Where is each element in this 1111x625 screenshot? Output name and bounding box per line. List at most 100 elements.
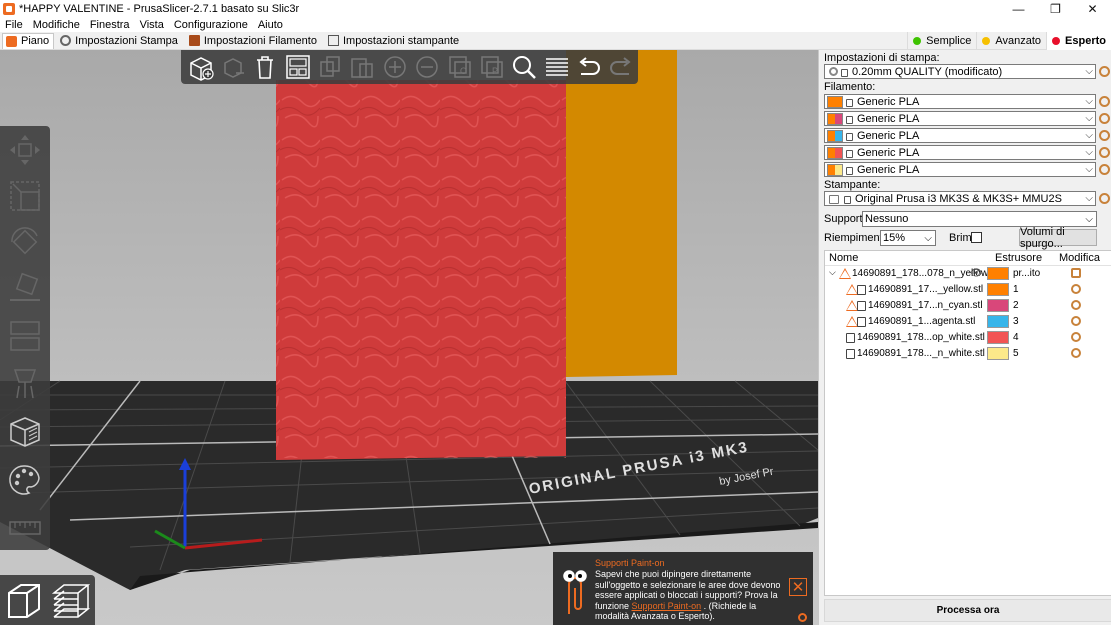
tab-label: Piano bbox=[21, 35, 50, 47]
filament-combo-4[interactable]: Generic PLA ⌵ bbox=[824, 145, 1096, 160]
minimize-button[interactable]: — bbox=[1000, 0, 1037, 17]
filament-combo-2[interactable]: Generic PLA ⌵ bbox=[824, 111, 1096, 126]
rotate-icon bbox=[11, 227, 38, 255]
mmu-paint-button[interactable] bbox=[5, 460, 45, 500]
delete-button[interactable] bbox=[217, 52, 248, 82]
filament-name: Generic PLA bbox=[857, 146, 920, 159]
part-row[interactable]: 14690891_1...agenta.stl 3 bbox=[825, 314, 1111, 330]
filament-edit-gear-icon[interactable] bbox=[1099, 164, 1110, 175]
mode-avanzato-button[interactable]: Avanzato bbox=[976, 31, 1046, 50]
notification-gear-icon[interactable] bbox=[798, 613, 807, 622]
split-objects-button[interactable]: O bbox=[444, 52, 475, 82]
mode-semplice-button[interactable]: Semplice bbox=[907, 31, 976, 50]
part-icon bbox=[857, 285, 866, 295]
purge-volumes-button[interactable]: Volumi di spurgo... bbox=[1019, 226, 1097, 250]
menu-file[interactable]: File bbox=[0, 19, 28, 31]
menu-modifiche[interactable]: Modifiche bbox=[28, 19, 85, 31]
filament-combo-3[interactable]: Generic PLA ⌵ bbox=[824, 128, 1096, 143]
layers-editing-button[interactable] bbox=[541, 52, 572, 82]
delete-all-button[interactable] bbox=[250, 52, 281, 82]
menu-finestra[interactable]: Finestra bbox=[85, 19, 135, 31]
part-settings-gear-icon[interactable] bbox=[1071, 332, 1081, 342]
filament-edit-gear-icon[interactable] bbox=[1099, 96, 1110, 107]
brim-checkbox[interactable] bbox=[971, 232, 982, 243]
filament-combo-1[interactable]: Generic PLA ⌵ bbox=[824, 94, 1096, 109]
collapse-arrow-icon[interactable]: ⌵ bbox=[829, 267, 836, 278]
part-settings-gear-icon[interactable] bbox=[1071, 348, 1081, 358]
yellow-object[interactable] bbox=[566, 50, 677, 377]
extruder-value[interactable]: 4 bbox=[1013, 332, 1019, 343]
preview-layers-button[interactable] bbox=[50, 579, 92, 621]
arrange-button[interactable] bbox=[282, 52, 313, 82]
close-button[interactable]: ✕ bbox=[1074, 0, 1111, 17]
remove-instance-button[interactable] bbox=[412, 52, 443, 82]
infill-value: 15% bbox=[883, 232, 906, 244]
mode-esperto-button[interactable]: Esperto bbox=[1046, 31, 1111, 50]
filament-color-swatch bbox=[827, 129, 843, 142]
paste-icon bbox=[351, 58, 374, 78]
menu-vista[interactable]: Vista bbox=[135, 19, 169, 31]
object-row[interactable]: ⌵ 14690891_178...078_n_yellow 👁 pr...ito bbox=[825, 266, 1111, 282]
part-settings-gear-icon[interactable] bbox=[1071, 316, 1081, 326]
scale-tool-button[interactable] bbox=[5, 176, 45, 216]
main-tab-bar: Piano Impostazioni Stampa Impostazioni F… bbox=[0, 31, 1111, 50]
extruder-value[interactable]: pr...ito bbox=[1013, 268, 1040, 279]
add-instance-button[interactable] bbox=[379, 52, 410, 82]
tab-impostazioni-filamento[interactable]: Impostazioni Filamento bbox=[184, 32, 322, 49]
chevron-down-icon: ⌵ bbox=[924, 232, 932, 244]
3d-view-button[interactable] bbox=[3, 579, 45, 621]
3d-viewport[interactable]: ORIGINAL PRUSA i3 MK3 by Josef Pr O P Su… bbox=[0, 50, 818, 625]
undo-button[interactable] bbox=[573, 52, 604, 82]
filament-edit-gear-icon[interactable] bbox=[1099, 130, 1110, 141]
print-profile-edit-gear-icon[interactable] bbox=[1099, 66, 1110, 77]
filament-edit-gear-icon[interactable] bbox=[1099, 113, 1110, 124]
paste-button[interactable] bbox=[347, 52, 378, 82]
part-row[interactable]: 14690891_17...n_cyan.stl 2 bbox=[825, 298, 1111, 314]
part-row[interactable]: 14690891_178...op_white.stl 4 bbox=[825, 330, 1111, 346]
notification-link[interactable]: Supporti Paint-on bbox=[632, 601, 702, 611]
menu-configurazione[interactable]: Configurazione bbox=[169, 19, 253, 31]
column-header-modify[interactable]: Modifica bbox=[1059, 252, 1100, 264]
infill-select[interactable]: 15% ⌵ bbox=[880, 230, 936, 246]
extruder-value[interactable]: 1 bbox=[1013, 284, 1019, 295]
tab-impostazioni-stampante[interactable]: Impostazioni stampante bbox=[323, 32, 465, 49]
split-parts-button[interactable]: P bbox=[476, 52, 507, 82]
lock-icon bbox=[841, 68, 848, 77]
eye-icon[interactable]: 👁 bbox=[970, 268, 983, 279]
part-row[interactable]: 14690891_17..._yellow.stl 1 bbox=[825, 282, 1111, 298]
printer-combo[interactable]: Original Prusa i3 MK3S & MK3S+ MMU2S ⌵ bbox=[824, 191, 1096, 206]
column-header-name[interactable]: Nome bbox=[829, 252, 858, 264]
maximize-button[interactable]: ❐ bbox=[1037, 0, 1074, 17]
search-button[interactable] bbox=[509, 52, 540, 82]
slice-now-button[interactable]: Processa ora bbox=[824, 599, 1111, 622]
notification-close-button[interactable]: ✕ bbox=[789, 578, 807, 596]
filament-combo-5[interactable]: Generic PLA ⌵ bbox=[824, 162, 1096, 177]
extruder-value[interactable]: 3 bbox=[1013, 316, 1019, 327]
copy-button[interactable] bbox=[314, 52, 345, 82]
tab-impostazioni-stampa[interactable]: Impostazioni Stampa bbox=[56, 32, 183, 49]
part-settings-gear-icon[interactable] bbox=[1071, 300, 1081, 310]
lock-icon bbox=[846, 166, 853, 175]
seam-paint-button[interactable] bbox=[5, 412, 45, 452]
rotate-tool-button[interactable] bbox=[5, 222, 45, 262]
column-header-extruder[interactable]: Estrusore bbox=[995, 252, 1042, 264]
menu-aiuto[interactable]: Aiuto bbox=[253, 19, 288, 31]
add-object-button[interactable] bbox=[185, 52, 216, 82]
tab-piano[interactable]: Piano bbox=[2, 32, 55, 49]
move-tool-button[interactable] bbox=[5, 130, 45, 170]
place-on-face-button[interactable] bbox=[5, 268, 45, 308]
filament-edit-gear-icon[interactable] bbox=[1099, 147, 1110, 158]
part-row[interactable]: 14690891_178..._n_white.stl 5 bbox=[825, 346, 1111, 362]
redo-button[interactable] bbox=[606, 52, 637, 82]
print-profile-combo[interactable]: 0.20mm QUALITY (modificato) ⌵ bbox=[824, 64, 1096, 79]
measure-tool-button[interactable] bbox=[5, 508, 45, 548]
minus-circle-icon bbox=[416, 56, 438, 78]
object-settings-icon[interactable] bbox=[1071, 268, 1081, 278]
cut-tool-button[interactable] bbox=[5, 316, 45, 356]
plus-circle-icon bbox=[384, 56, 406, 78]
support-paint-button[interactable] bbox=[5, 364, 45, 404]
extruder-value[interactable]: 2 bbox=[1013, 300, 1019, 311]
extruder-value[interactable]: 5 bbox=[1013, 348, 1019, 359]
part-settings-gear-icon[interactable] bbox=[1071, 284, 1081, 294]
printer-edit-gear-icon[interactable] bbox=[1099, 193, 1110, 204]
